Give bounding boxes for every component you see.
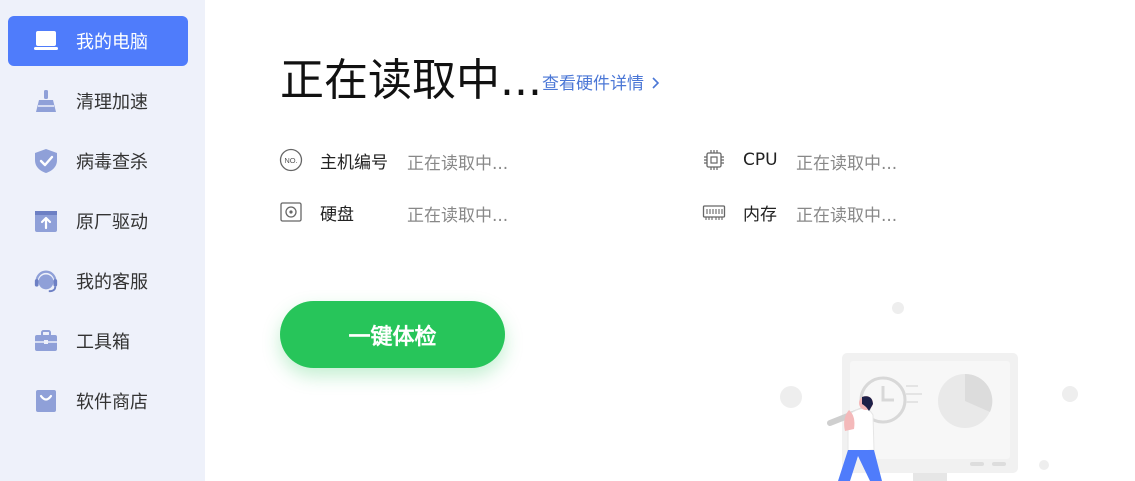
sidebar-item-label: 我的客服	[76, 272, 148, 293]
shield-icon	[33, 148, 59, 174]
sidebar-item-software-store[interactable]: 软件商店	[8, 376, 188, 426]
sidebar-item-customer-service[interactable]: 我的客服	[8, 256, 188, 306]
serial-number-icon: NO.	[279, 148, 303, 172]
memory-value: 正在读取中...	[796, 206, 898, 226]
view-hardware-details-link[interactable]: 查看硬件详情	[542, 69, 660, 94]
sidebar-item-label: 工具箱	[76, 332, 130, 353]
sidebar-item-my-computer[interactable]: 我的电脑	[8, 16, 188, 66]
checkup-illustration	[770, 290, 1100, 481]
sidebar-item-drivers[interactable]: 原厂驱动	[8, 196, 188, 246]
one-click-checkup-button[interactable]: 一键体检	[280, 301, 505, 368]
toolbox-icon	[33, 328, 59, 354]
cpu-value: 正在读取中...	[796, 154, 898, 174]
sidebar: 我的电脑 清理加速 病毒查杀 原厂驱动 我的客服 工具箱 软件商店	[0, 0, 205, 481]
serial-label: 主机编号	[320, 152, 388, 173]
sidebar-item-label: 清理加速	[76, 92, 148, 113]
app-window: 我的电脑 清理加速 病毒查杀 原厂驱动 我的客服 工具箱 软件商店 正在读取中.…	[0, 0, 1135, 481]
sidebar-item-toolbox[interactable]: 工具箱	[8, 316, 188, 366]
info-hard-disk: 硬盘	[279, 199, 354, 225]
memory-label: 内存	[743, 204, 777, 225]
memory-module-icon	[702, 200, 726, 224]
laptop-icon	[33, 28, 59, 54]
sidebar-item-label: 原厂驱动	[76, 212, 148, 233]
svg-text:NO.: NO.	[284, 156, 297, 165]
info-serial-number: NO. 主机编号	[279, 147, 388, 173]
driver-upload-icon	[33, 208, 59, 234]
sidebar-item-label: 软件商店	[76, 392, 148, 413]
disk-value: 正在读取中...	[407, 206, 509, 226]
cpu-label: CPU	[743, 150, 778, 170]
headset-icon	[33, 268, 59, 294]
info-memory: 内存	[702, 199, 777, 225]
sidebar-item-label: 病毒查杀	[76, 152, 148, 173]
serial-value: 正在读取中...	[407, 154, 509, 174]
info-cpu: CPU	[702, 147, 778, 173]
disk-label: 硬盘	[320, 204, 354, 225]
sidebar-item-label: 我的电脑	[76, 32, 148, 53]
sidebar-item-virus-scan[interactable]: 病毒查杀	[8, 136, 188, 186]
cpu-chip-icon	[702, 148, 726, 172]
chevron-right-icon	[644, 74, 660, 94]
page-title: 正在读取中...	[280, 55, 542, 106]
hard-disk-icon	[279, 200, 303, 224]
shopping-bag-icon	[33, 388, 59, 414]
broom-icon	[33, 88, 59, 114]
sidebar-item-cleanup[interactable]: 清理加速	[8, 76, 188, 126]
detail-link-label: 查看硬件详情	[542, 74, 644, 94]
